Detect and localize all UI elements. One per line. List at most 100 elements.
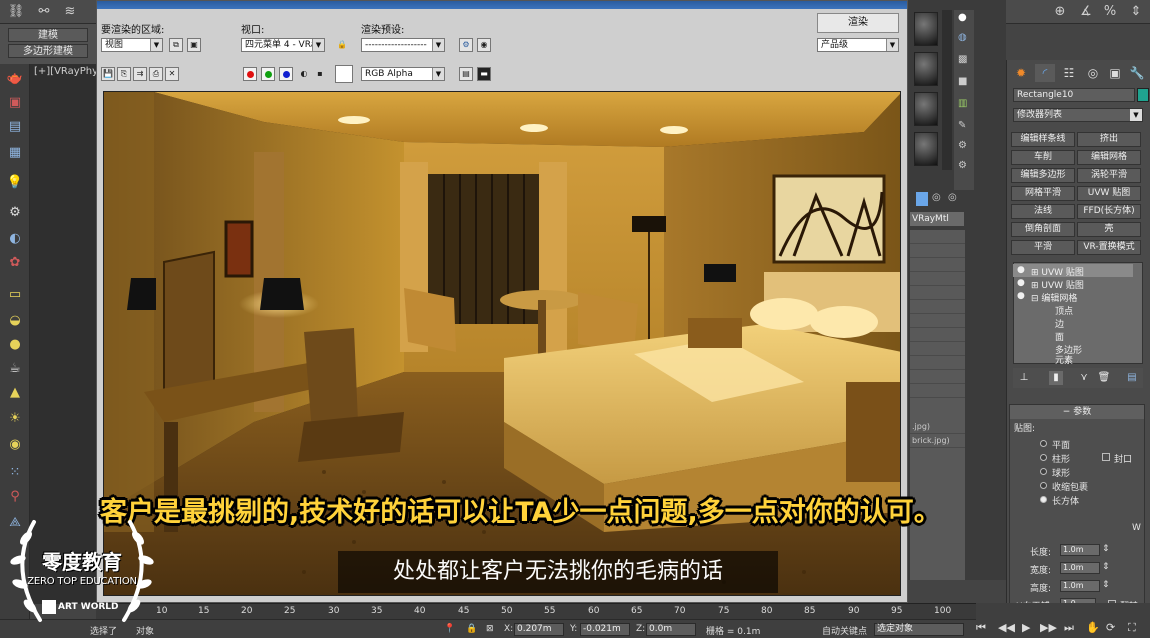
- lightbulb-icon[interactable]: ●: [1017, 278, 1025, 288]
- radio-cylindrical[interactable]: [1040, 454, 1047, 461]
- radio-shrinkwrap[interactable]: [1040, 482, 1047, 489]
- channel-dropdown[interactable]: RGB Alpha ▼: [361, 67, 445, 81]
- stack-item[interactable]: ⊟ 编辑网格: [1031, 291, 1077, 304]
- material-sample-slot[interactable]: [914, 92, 938, 126]
- grid-icon[interactable]: ▦: [5, 144, 25, 162]
- sample-uv-icon[interactable]: ■: [958, 76, 967, 87]
- modifier-button[interactable]: 涡轮平滑: [1077, 168, 1141, 183]
- render-button[interactable]: 渲染: [817, 13, 899, 33]
- width-spinner[interactable]: 1.0m: [1060, 562, 1100, 574]
- lock-selection-icon[interactable]: 🔒: [466, 624, 477, 634]
- angle-snap-icon[interactable]: ∡: [1076, 2, 1096, 22]
- spinner-arrows-icon[interactable]: ⇕: [1102, 580, 1110, 590]
- video-color-icon[interactable]: ▥: [958, 98, 967, 109]
- render-setup-icon[interactable]: ⚙: [459, 38, 473, 52]
- clear-icon[interactable]: ✕: [165, 67, 179, 81]
- list-item[interactable]: [910, 300, 965, 314]
- teapot-icon[interactable]: 🫖: [5, 70, 25, 88]
- list-item[interactable]: [910, 230, 965, 244]
- background-icon[interactable]: ▩: [958, 54, 967, 65]
- color-swatch[interactable]: [335, 65, 353, 83]
- modifier-button[interactable]: VR-置换模式: [1077, 240, 1141, 255]
- make-unique-icon[interactable]: ⋎: [1077, 371, 1091, 385]
- quality-dropdown[interactable]: 产品级 ▼: [817, 38, 899, 52]
- camera-icon[interactable]: ⚙: [5, 204, 25, 222]
- modifier-button[interactable]: 法线: [1011, 204, 1075, 219]
- object-name-field[interactable]: Rectangle10: [1013, 88, 1135, 102]
- selection-set-dropdown[interactable]: 选定对象: [874, 623, 964, 636]
- radio-planar[interactable]: [1040, 440, 1047, 447]
- remove-modifier-icon[interactable]: 🗑: [1097, 371, 1111, 385]
- light-icon[interactable]: 💡: [5, 174, 25, 192]
- material-type-label[interactable]: VRayMtl: [910, 212, 964, 226]
- display-window-icon[interactable]: ▬: [477, 67, 491, 81]
- maximize-viewport-icon[interactable]: ⛶: [1128, 621, 1136, 635]
- cap-checkbox[interactable]: [1102, 453, 1110, 461]
- create-tab-icon[interactable]: ✹: [1011, 64, 1031, 82]
- x-coordinate-field[interactable]: 0.207m: [514, 623, 564, 636]
- lightbulb-icon[interactable]: ●: [1017, 265, 1025, 275]
- stack-item[interactable]: ⊞ UVW 贴图: [1031, 265, 1084, 278]
- list-item[interactable]: [910, 272, 965, 286]
- teapot-small-icon[interactable]: ☕: [5, 360, 25, 378]
- show-end-result-icon[interactable]: ▮: [1049, 371, 1063, 385]
- object-color-swatch[interactable]: [1137, 88, 1149, 102]
- make-preview-icon[interactable]: ✎: [958, 120, 966, 131]
- goto-start-icon[interactable]: ⏮: [976, 621, 986, 635]
- sample-type-icon[interactable]: ●: [958, 12, 967, 23]
- orbit-icon[interactable]: ⟳: [1106, 621, 1115, 634]
- put-to-scene-icon[interactable]: ◎: [932, 192, 941, 203]
- modifier-list-dropdown[interactable]: 修改器列表 ▼: [1013, 108, 1143, 122]
- time-slider[interactable]: 10 15 20 25 30 35 40 45 50 55 60 65 70 7…: [96, 603, 976, 619]
- modifier-button[interactable]: UVW 贴图: [1077, 186, 1141, 201]
- save-image-icon[interactable]: 💾: [101, 67, 115, 81]
- material-sample-slot[interactable]: [914, 132, 938, 166]
- select-by-material-icon[interactable]: ⚙: [958, 160, 967, 171]
- height-spinner[interactable]: 1.0m: [1060, 580, 1100, 592]
- backlight-icon[interactable]: ◍: [958, 32, 967, 43]
- material-sample-slot[interactable]: [914, 52, 938, 86]
- mono-icon[interactable]: ▪: [313, 67, 327, 81]
- viewport-label[interactable]: [+][VRayPhy: [34, 66, 98, 77]
- modifier-button[interactable]: 倒角剖面: [1011, 222, 1075, 237]
- tab-modeling[interactable]: 建模: [8, 28, 88, 42]
- blue-channel-toggle[interactable]: [279, 67, 293, 81]
- options-icon[interactable]: ⚙: [958, 140, 967, 151]
- list-item[interactable]: .jpg): [910, 420, 965, 434]
- link-icon[interactable]: ⛓: [6, 2, 26, 22]
- torus-icon[interactable]: ◉: [5, 436, 25, 454]
- list-item[interactable]: [910, 244, 965, 258]
- material-sample-slot[interactable]: [914, 12, 938, 46]
- environment-icon[interactable]: ◉: [477, 38, 491, 52]
- pin-icon[interactable]: 📍: [444, 624, 455, 634]
- list-item[interactable]: [910, 314, 965, 328]
- sun-icon[interactable]: ☀: [5, 410, 25, 428]
- stack-subitem[interactable]: 顶点: [1055, 304, 1073, 317]
- y-coordinate-field[interactable]: -0.021m: [580, 623, 630, 636]
- red-channel-toggle[interactable]: [243, 67, 257, 81]
- list-item[interactable]: [910, 356, 965, 370]
- toggle-toolbar-icon[interactable]: ▤: [459, 67, 473, 81]
- stack-item[interactable]: ⊞ UVW 贴图: [1031, 278, 1084, 291]
- green-channel-toggle[interactable]: [261, 67, 275, 81]
- motion-tab-icon[interactable]: ◎: [1083, 64, 1103, 82]
- render-window-titlebar[interactable]: [97, 1, 907, 9]
- helper-icon[interactable]: ◐: [5, 230, 25, 248]
- radio-spherical[interactable]: [1040, 468, 1047, 475]
- area-dropdown[interactable]: 视图 ▼: [101, 38, 163, 52]
- list-item[interactable]: [910, 328, 965, 342]
- modifier-button[interactable]: 编辑样条线: [1011, 132, 1075, 147]
- cone-icon[interactable]: ▲: [5, 384, 25, 402]
- list-item[interactable]: [910, 370, 965, 384]
- list-item[interactable]: [910, 342, 965, 356]
- alpha-channel-icon[interactable]: ◐: [297, 67, 311, 81]
- modifier-button[interactable]: 编辑多边形: [1011, 168, 1075, 183]
- modifier-button[interactable]: 壳: [1077, 222, 1141, 237]
- layer-icon[interactable]: ▤: [5, 118, 25, 136]
- bind-spacewarp-icon[interactable]: ≋: [60, 2, 80, 22]
- modifier-button[interactable]: 编辑网格: [1077, 150, 1141, 165]
- unlink-icon[interactable]: ⚯: [34, 2, 54, 22]
- modifier-button[interactable]: 平滑: [1011, 240, 1075, 255]
- auto-key-button[interactable]: 自动关键点: [822, 624, 867, 637]
- hierarchy-tab-icon[interactable]: ☷: [1059, 64, 1079, 82]
